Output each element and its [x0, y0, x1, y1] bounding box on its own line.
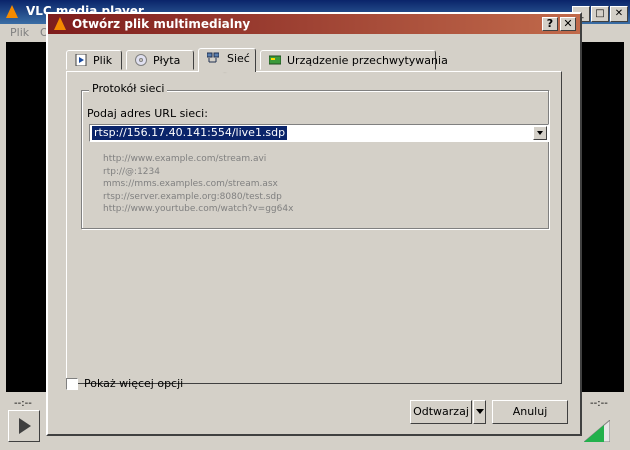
close-dialog-button[interactable]: ✕: [560, 17, 576, 31]
tab-network-label: Sieć: [227, 52, 250, 65]
total-time: --:--: [590, 398, 608, 409]
url-label: Podaj adres URL sieci:: [87, 107, 208, 120]
vlc-cone-icon: [54, 17, 66, 30]
example-line: rtp://@:1234: [103, 166, 160, 177]
url-examples: http://www.example.com/stream.avi rtp://…: [103, 153, 293, 216]
open-media-dialog: Otwórz plik multimedialny ? ✕ Plik Płyta: [46, 12, 582, 436]
vlc-cone-icon: [6, 5, 18, 18]
volume-slider[interactable]: [584, 420, 610, 442]
more-options-label: Pokaż więcej opcji: [84, 377, 184, 390]
dialog-title: Otwórz plik multimedialny: [72, 17, 251, 31]
play-dropdown-button[interactable]: [473, 400, 486, 424]
network-panel: Protokół sieci Podaj adres URL sieci: rt…: [66, 71, 562, 384]
url-dropdown-button[interactable]: [533, 126, 547, 140]
tab-file[interactable]: Plik: [66, 50, 122, 70]
example-line: mms://mms.examples.com/stream.asx: [103, 179, 278, 189]
file-play-icon: [75, 54, 87, 66]
example-line: http://www.example.com/stream.avi: [103, 154, 267, 164]
url-value: rtsp://156.17.40.141:554/live1.sdp: [92, 126, 288, 140]
disc-icon: [135, 54, 147, 66]
main-play-button[interactable]: [8, 410, 40, 442]
url-input[interactable]: rtsp://156.17.40.141:554/live1.sdp: [89, 124, 549, 142]
more-options-checkbox[interactable]: [66, 378, 78, 390]
tab-disc-label: Płyta: [153, 54, 181, 67]
close-main-button[interactable]: ✕: [610, 6, 628, 22]
tab-capture-label: Urządzenie przechwytywania: [287, 54, 448, 67]
capture-card-icon: [269, 55, 281, 65]
help-button[interactable]: ?: [542, 17, 558, 31]
elapsed-time: --:--: [14, 398, 32, 409]
play-button[interactable]: Odtwarzaj: [410, 400, 472, 424]
maximize-button[interactable]: □: [591, 6, 609, 22]
tab-network[interactable]: Sieć: [198, 48, 256, 72]
tab-file-label: Plik: [93, 54, 113, 67]
example-line: http://www.yourtube.com/watch?v=gg64x: [103, 204, 294, 214]
tab-capture-device[interactable]: Urządzenie przechwytywania: [260, 50, 448, 70]
network-icon: [207, 52, 219, 63]
dialog-title-bar: Otwórz plik multimedialny ? ✕: [48, 14, 580, 34]
menu-file[interactable]: Plik: [10, 26, 29, 39]
tab-disc[interactable]: Płyta: [126, 50, 194, 70]
example-line: rtsp://server.example.org:8080/test.sdp: [103, 191, 282, 202]
group-title: Protokół sieci: [89, 82, 168, 95]
cancel-button[interactable]: Anuluj: [492, 400, 568, 424]
